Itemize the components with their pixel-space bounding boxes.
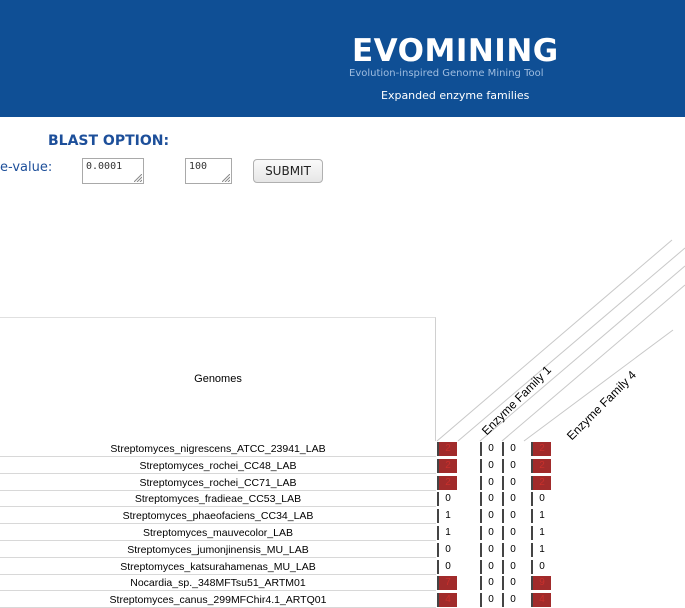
count-cell: 0 [437,542,457,557]
table-row: Streptomyces_katsurahamenas_MU_LAB 0 0 0 0 [0,559,560,575]
count-cell: 0 [437,559,457,574]
count-cell: 0 [437,492,457,507]
count-cell: 2 [531,458,551,473]
count-cell: 0 [502,526,522,540]
genome-name: Streptomyces_mauvecolor_LAB [0,525,436,541]
table-row: Streptomyces_nigrescens_ATCC_23941_LAB 2 0… [0,441,560,457]
count-cell: 0 [502,542,522,557]
genome-name: Streptomyces_fradieae_CC53_LAB [0,491,436,508]
count-cell: 0 [502,559,522,574]
count-cell: 7 [437,576,457,591]
genome-name: Streptomyces_rochei_CC48_LAB [0,458,436,474]
count-cell: 0 [502,475,522,490]
table-row: Streptomyces_mauvecolor_LAB 1 0 0 1 [0,525,560,541]
count-cell: 0 [502,492,522,507]
table-row: Streptomyces_rochei_CC48_LAB 2 0 0 2 [0,458,560,474]
genome-name: Streptomyces_katsurahamenas_MU_LAB [0,559,436,575]
count-cell: 4 [531,593,551,608]
count-cell: 0 [480,509,500,524]
count-cell: 2 [531,442,551,456]
table-row: Streptomyces_canus_299MFChir4.1_ARTQ01 4 0… [0,592,560,608]
genome-name: Streptomyces_jumonjinensis_MU_LAB [0,542,436,558]
count-cell: 0 [531,492,551,507]
count-cell: 9 [531,576,551,591]
table-row: Streptomyces_fradieae_CC53_LAB 0 0 0 0 [0,491,560,508]
count-cell: 0 [502,458,522,473]
genome-name: Streptomyces_rochei_CC71_LAB [0,475,436,491]
genome-name: Streptomyces_nigrescens_ATCC_23941_LAB [0,441,436,457]
count-cell: 0 [480,458,500,473]
count-cell: 0 [502,576,522,591]
count-cell: 1 [437,526,457,540]
table-row: Streptomyces_rochei_CC71_LAB 2 0 0 2 [0,475,560,491]
count-cell: 2 [437,442,457,456]
count-cell: 1 [531,542,551,557]
count-cell: 0 [480,542,500,557]
table-row: Streptomyces_jumonjinensis_MU_LAB 0 0 0 1 [0,542,560,558]
count-cell: 0 [480,442,500,456]
count-cell: 2 [437,475,457,490]
count-cell: 4 [437,593,457,608]
count-cell: 0 [502,593,522,608]
table-row: Nocardia_sp._348MFTsu51_ARTM01 7 0 0 9 [0,575,560,592]
count-cell: 0 [480,475,500,490]
count-cell: 1 [531,526,551,540]
count-cell: 0 [480,492,500,507]
genome-name: Nocardia_sp._348MFTsu51_ARTM01 [0,575,436,592]
count-cell: 0 [502,442,522,456]
table-row: Streptomyces_phaeofaciens_CC34_LAB 1 0 0 1 [0,508,560,525]
count-cell: 0 [480,593,500,608]
genomes-header: Genomes [194,373,242,385]
count-cell: 0 [480,526,500,540]
count-cell: 2 [437,458,457,473]
count-cell: 2 [531,475,551,490]
count-cell: 1 [437,509,457,524]
count-cell: 1 [531,509,551,524]
count-cell: 0 [480,576,500,591]
genome-name: Streptomyces_canus_299MFChir4.1_ARTQ01 [0,592,436,608]
count-cell: 0 [502,509,522,524]
genome-name: Streptomyces_phaeofaciens_CC34_LAB [0,508,436,525]
count-cell: 0 [480,559,500,574]
count-cell: 0 [531,559,551,574]
